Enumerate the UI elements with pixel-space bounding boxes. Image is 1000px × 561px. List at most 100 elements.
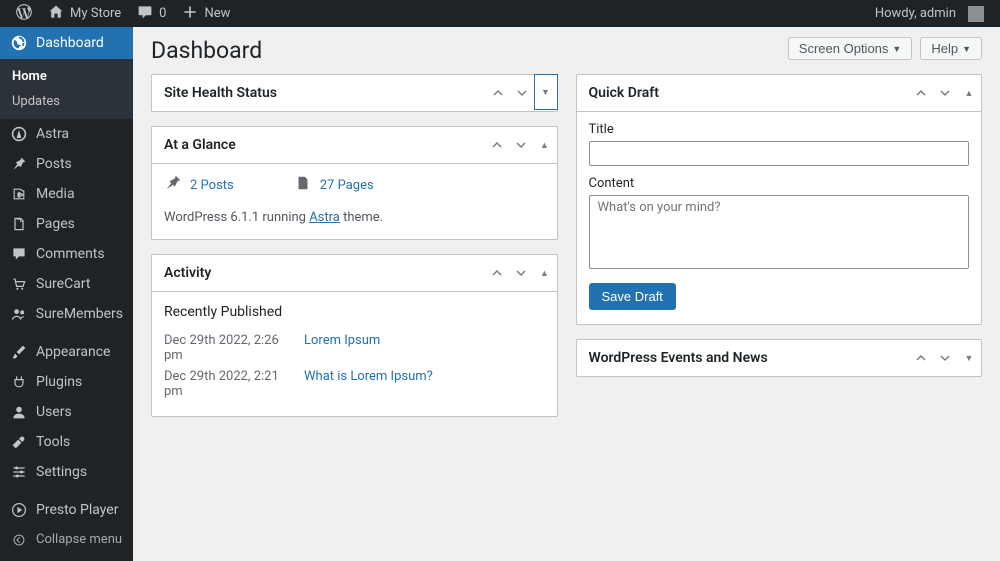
toggle-panel-button[interactable]: ▲ — [533, 127, 557, 163]
at-a-glance-panel: At a Glance ▲ 2 Posts — [151, 126, 558, 240]
chevron-up-icon — [492, 87, 504, 99]
pages-count-link[interactable]: 27 Pages — [294, 174, 374, 196]
comments-link[interactable]: 0 — [129, 0, 174, 27]
plus-icon — [182, 4, 198, 24]
theme-link[interactable]: Astra — [309, 210, 340, 225]
submenu-dashboard: Home Updates — [0, 59, 133, 119]
move-up-button[interactable] — [909, 75, 933, 111]
menu-label: Plugins — [36, 374, 82, 390]
toggle-panel-button[interactable]: ▼ — [534, 74, 558, 110]
members-icon — [10, 306, 28, 322]
menu-suremembers[interactable]: SureMembers — [0, 299, 133, 329]
menu-settings[interactable]: Settings — [0, 457, 133, 487]
admin-bar: My Store 0 New Howdy, admin — [0, 0, 1000, 27]
move-up-button[interactable] — [485, 127, 509, 163]
menu-media[interactable]: Media — [0, 179, 133, 209]
wp-version-text: WordPress 6.1.1 running Astra theme. — [164, 210, 545, 225]
menu-dashboard[interactable]: Dashboard — [0, 27, 133, 59]
pin-icon — [10, 156, 28, 172]
move-down-button[interactable] — [933, 340, 957, 376]
pages-icon — [294, 174, 312, 196]
brush-icon — [10, 344, 28, 360]
triangle-up-icon: ▲ — [540, 140, 549, 151]
menu-label: Users — [36, 404, 72, 420]
draft-content-textarea[interactable] — [589, 195, 970, 269]
menu-tools[interactable]: Tools — [0, 427, 133, 457]
menu-label: Presto Player — [36, 502, 118, 518]
screen-options-button[interactable]: Screen Options ▼ — [788, 37, 913, 60]
menu-pages[interactable]: Pages — [0, 209, 133, 239]
my-account-link[interactable]: Howdy, admin — [867, 0, 992, 27]
chevron-down-icon: ▼ — [892, 44, 901, 54]
sliders-icon — [10, 464, 28, 480]
chevron-up-icon — [491, 267, 503, 279]
move-down-button[interactable] — [933, 75, 957, 111]
menu-label: SureCart — [36, 276, 90, 292]
menu-label: Appearance — [36, 344, 110, 360]
menu-label: Collapse menu — [36, 532, 122, 547]
site-name-link[interactable]: My Store — [40, 0, 129, 27]
menu-astra[interactable]: Astra — [0, 119, 133, 149]
triangle-down-icon: ▼ — [541, 87, 550, 98]
activity-post-link[interactable]: What is Lorem Ipsum? — [304, 369, 433, 399]
menu-collapse[interactable]: Collapse menu — [0, 525, 133, 554]
toggle-panel-button[interactable]: ▼ — [957, 340, 981, 376]
toggle-panel-button[interactable]: ▲ — [957, 75, 981, 111]
chevron-up-icon — [915, 87, 927, 99]
menu-posts[interactable]: Posts — [0, 149, 133, 179]
move-up-button[interactable] — [486, 75, 510, 111]
wp-logo[interactable] — [8, 0, 40, 27]
home-icon — [48, 4, 64, 24]
new-content-link[interactable]: New — [174, 0, 238, 27]
draft-title-input[interactable] — [589, 141, 970, 166]
toggle-panel-button[interactable]: ▲ — [533, 255, 557, 291]
events-news-panel: WordPress Events and News ▼ — [576, 339, 983, 377]
menu-label: Pages — [36, 216, 75, 232]
menu-label: Media — [36, 186, 75, 202]
move-down-button[interactable] — [510, 75, 534, 111]
triangle-up-icon: ▲ — [965, 88, 974, 99]
chevron-down-icon — [515, 139, 527, 151]
plug-icon — [10, 374, 28, 390]
menu-comments[interactable]: Comments — [0, 239, 133, 269]
move-down-button[interactable] — [509, 255, 533, 291]
menu-label: Tools — [36, 434, 70, 450]
chevron-down-icon: ▼ — [962, 44, 971, 54]
menu-label: Astra — [36, 126, 69, 142]
help-button[interactable]: Help ▼ — [920, 37, 982, 60]
page-title: Dashboard — [151, 37, 262, 64]
menu-surecart[interactable]: SureCart — [0, 269, 133, 299]
activity-date: Dec 29th 2022, 2:21 pm — [164, 369, 294, 399]
submenu-updates[interactable]: Updates — [0, 89, 133, 114]
wordpress-icon — [16, 4, 32, 24]
quick-draft-panel: Quick Draft ▲ Title Content — [576, 74, 983, 325]
panel-title: Site Health Status — [152, 75, 289, 111]
save-draft-button[interactable]: Save Draft — [589, 283, 676, 310]
menu-label: Posts — [36, 156, 72, 172]
chevron-up-icon — [915, 352, 927, 364]
menu-plugins[interactable]: Plugins — [0, 367, 133, 397]
activity-row: Dec 29th 2022, 2:21 pm What is Lorem Ips… — [164, 366, 545, 402]
menu-label: Comments — [36, 246, 105, 262]
menu-label: Dashboard — [36, 35, 104, 51]
menu-appearance[interactable]: Appearance — [0, 337, 133, 367]
menu-users[interactable]: Users — [0, 397, 133, 427]
menu-label: Settings — [36, 464, 87, 480]
move-down-button[interactable] — [509, 127, 533, 163]
content-label: Content — [589, 176, 970, 191]
comment-icon — [10, 246, 28, 262]
play-icon — [10, 502, 28, 518]
pin-icon — [164, 174, 182, 196]
move-up-button[interactable] — [485, 255, 509, 291]
admin-sidebar: Dashboard Home Updates Astra Posts Media… — [0, 27, 133, 561]
activity-post-link[interactable]: Lorem Ipsum — [304, 333, 380, 363]
posts-count-link[interactable]: 2 Posts — [164, 174, 234, 196]
dashboard-icon — [10, 34, 28, 52]
panel-title: At a Glance — [152, 127, 248, 163]
new-label: New — [204, 6, 230, 21]
move-up-button[interactable] — [909, 340, 933, 376]
submenu-home[interactable]: Home — [0, 64, 133, 89]
comments-count: 0 — [159, 6, 166, 21]
avatar — [968, 6, 984, 22]
menu-presto[interactable]: Presto Player — [0, 495, 133, 525]
